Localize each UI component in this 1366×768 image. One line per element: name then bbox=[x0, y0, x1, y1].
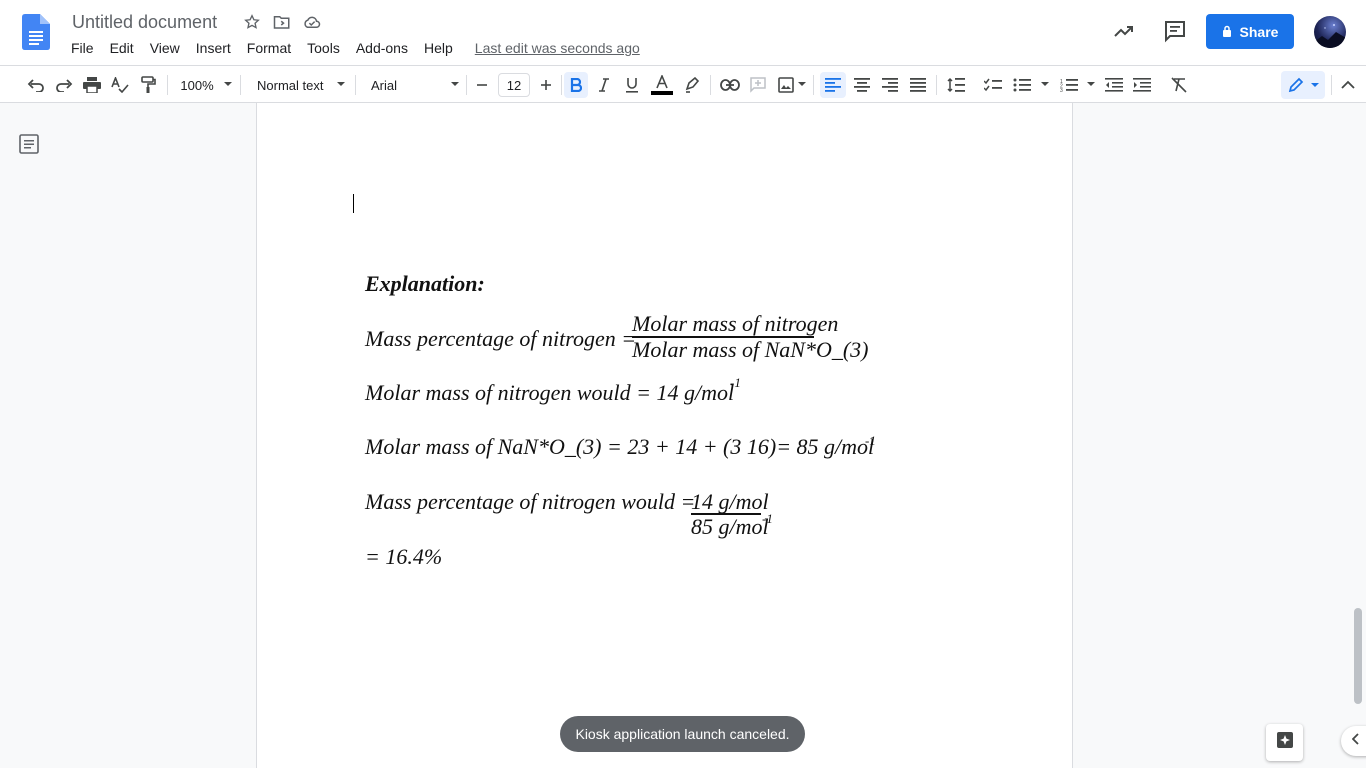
decrease-font-size-icon[interactable] bbox=[470, 72, 494, 98]
cloud-status-icon[interactable] bbox=[302, 12, 322, 32]
hide-menus-chevron-up-icon[interactable] bbox=[1336, 72, 1360, 98]
decrease-indent-icon[interactable] bbox=[1102, 72, 1126, 98]
bold-icon[interactable] bbox=[564, 72, 588, 98]
chevron-left-icon bbox=[1351, 732, 1360, 750]
insert-link-icon[interactable] bbox=[718, 72, 742, 98]
toolbar-divider bbox=[561, 75, 562, 95]
line3: Molar mass of NaN*O_(3) = 23 + 14 + (3 1… bbox=[365, 434, 875, 459]
app-header: Untitled document File Edit View Insert … bbox=[0, 0, 1366, 65]
explore-icon bbox=[1276, 731, 1294, 754]
insert-image-icon[interactable] bbox=[774, 72, 798, 98]
increase-font-size-icon[interactable] bbox=[534, 72, 558, 98]
clear-formatting-icon[interactable] bbox=[1167, 72, 1191, 98]
result-line: = 16.4% bbox=[365, 544, 443, 569]
bulleted-list-icon[interactable] bbox=[1010, 72, 1034, 98]
menu-file[interactable]: File bbox=[63, 38, 102, 58]
line4-superscript: -1 bbox=[762, 511, 773, 526]
image-chevron-down-icon bbox=[798, 82, 806, 86]
zoom-select[interactable]: 100% bbox=[176, 72, 218, 98]
line1-denominator: Molar mass of NaN*O_(3) bbox=[632, 337, 869, 362]
document-page[interactable]: Explanation: Mass percentage of nitrogen… bbox=[256, 103, 1073, 768]
print-icon[interactable] bbox=[80, 72, 104, 98]
toolbar-divider bbox=[240, 75, 241, 95]
line1-label: Mass percentage of nitrogen = bbox=[365, 326, 637, 351]
line2-superscript: -1 bbox=[730, 375, 741, 390]
explore-button[interactable] bbox=[1266, 724, 1303, 761]
line-spacing-icon[interactable] bbox=[944, 72, 968, 98]
highlight-color-icon[interactable] bbox=[680, 72, 704, 98]
checklist-icon[interactable] bbox=[981, 72, 1005, 98]
text-color-icon[interactable] bbox=[648, 72, 676, 98]
toolbar-divider bbox=[710, 75, 711, 95]
formatting-toolbar: 100% Normal text Arial 12 1 2 3 bbox=[0, 65, 1366, 103]
move-folder-icon[interactable] bbox=[272, 12, 292, 32]
paragraph-style-select[interactable]: Normal text bbox=[252, 72, 326, 98]
share-button[interactable]: Share bbox=[1206, 14, 1294, 49]
line1-numerator: Molar mass of nitrogen bbox=[632, 311, 839, 336]
add-comment-icon[interactable] bbox=[746, 72, 770, 98]
explanation-heading: Explanation: bbox=[365, 271, 485, 296]
docs-logo-icon[interactable] bbox=[22, 14, 50, 50]
menu-insert[interactable]: Insert bbox=[188, 38, 239, 58]
font-chevron-down-icon bbox=[451, 82, 459, 86]
svg-text:3: 3 bbox=[1060, 88, 1063, 92]
menu-add-ons[interactable]: Add-ons bbox=[348, 38, 416, 58]
numbered-chevron-down-icon bbox=[1087, 82, 1095, 86]
document-title[interactable]: Untitled document bbox=[72, 11, 217, 33]
menu-edit[interactable]: Edit bbox=[102, 38, 142, 58]
menu-help[interactable]: Help bbox=[416, 38, 461, 58]
paint-format-icon[interactable] bbox=[136, 72, 160, 98]
pencil-icon bbox=[1288, 77, 1304, 98]
toast-notification: Kiosk application launch canceled. bbox=[560, 716, 805, 752]
last-edit-link[interactable]: Last edit was seconds ago bbox=[461, 38, 648, 58]
toolbar-divider bbox=[1331, 75, 1332, 95]
toolbar-divider bbox=[936, 75, 937, 95]
align-right-icon[interactable] bbox=[878, 72, 902, 98]
toolbar-divider bbox=[813, 75, 814, 95]
numbered-list-icon[interactable]: 123 bbox=[1057, 72, 1081, 98]
font-size-input[interactable]: 12 bbox=[498, 73, 530, 97]
font-select[interactable]: Arial bbox=[366, 72, 436, 98]
mode-chevron-down-icon bbox=[1311, 83, 1319, 87]
line4-label: Mass percentage of nitrogen would = bbox=[365, 489, 696, 514]
editing-mode-button[interactable] bbox=[1281, 71, 1325, 99]
underline-icon[interactable] bbox=[620, 72, 644, 98]
menu-tools[interactable]: Tools bbox=[299, 38, 348, 58]
increase-indent-icon[interactable] bbox=[1130, 72, 1154, 98]
spellcheck-icon[interactable] bbox=[108, 72, 132, 98]
line4-denominator: 85 g/mol bbox=[691, 514, 769, 539]
align-center-icon[interactable] bbox=[850, 72, 874, 98]
italic-icon[interactable] bbox=[592, 72, 616, 98]
menu-format[interactable]: Format bbox=[239, 38, 299, 58]
toolbar-divider bbox=[355, 75, 356, 95]
comments-icon[interactable] bbox=[1163, 19, 1187, 43]
document-outline-icon[interactable] bbox=[19, 134, 39, 154]
line2: Molar mass of nitrogen would = 14 g/mol bbox=[365, 380, 735, 405]
align-left-icon[interactable] bbox=[820, 72, 846, 98]
share-label: Share bbox=[1239, 23, 1279, 40]
lock-icon bbox=[1222, 24, 1232, 40]
account-avatar[interactable] bbox=[1314, 16, 1346, 48]
style-chevron-down-icon bbox=[337, 82, 345, 86]
text-cursor bbox=[353, 194, 354, 213]
menu-bar: File Edit View Insert Format Tools Add-o… bbox=[63, 38, 648, 58]
star-icon[interactable] bbox=[242, 12, 262, 32]
activity-dashboard-icon[interactable] bbox=[1112, 19, 1136, 43]
scrollbar-thumb[interactable] bbox=[1354, 608, 1362, 704]
line4-numerator: 14 g/mol bbox=[691, 489, 769, 514]
line3-superscript: -1 bbox=[865, 433, 876, 448]
bullet-chevron-down-icon bbox=[1041, 82, 1049, 86]
zoom-chevron-down-icon bbox=[224, 82, 232, 86]
toolbar-divider bbox=[167, 75, 168, 95]
menu-view[interactable]: View bbox=[142, 38, 188, 58]
redo-icon[interactable] bbox=[52, 72, 76, 98]
undo-icon[interactable] bbox=[24, 72, 48, 98]
justify-icon[interactable] bbox=[906, 72, 930, 98]
toolbar-divider bbox=[466, 75, 467, 95]
side-panel-toggle[interactable] bbox=[1341, 726, 1366, 756]
